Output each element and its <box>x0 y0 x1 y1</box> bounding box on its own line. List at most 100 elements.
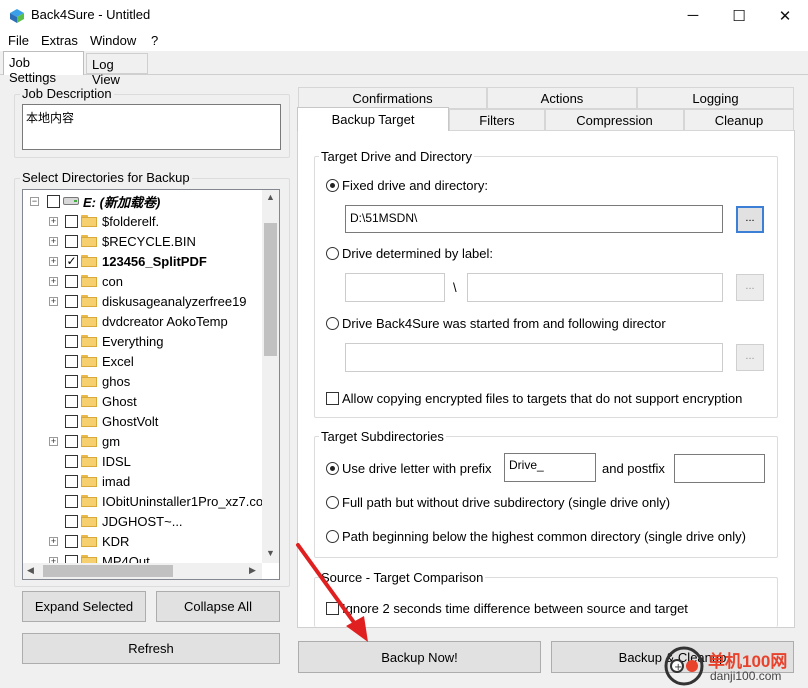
expand-toggle-icon[interactable]: + <box>49 216 58 226</box>
expand-toggle-icon[interactable]: + <box>49 256 58 266</box>
tree-item[interactable]: + $RECYCLE.BIN <box>49 231 196 251</box>
menu-file[interactable]: File <box>8 33 29 48</box>
expand-toggle-icon[interactable]: + <box>49 236 58 246</box>
tree-checkbox[interactable] <box>65 294 78 308</box>
drive-letter-prefix-radio[interactable] <box>326 462 339 475</box>
tree-item[interactable]: imad <box>49 471 130 491</box>
tab-confirmations[interactable]: Confirmations <box>298 87 487 109</box>
folder-icon <box>81 255 97 267</box>
tab-log-view[interactable]: Log View <box>86 53 148 87</box>
menu-help[interactable]: ? <box>151 33 158 48</box>
tree-item[interactable]: + con <box>49 271 123 291</box>
minimize-icon[interactable]: ─ <box>670 0 716 31</box>
tab-actions[interactable]: Actions <box>487 87 637 109</box>
tab-backup-target[interactable]: Backup Target <box>297 107 449 131</box>
fixed-drive-input[interactable]: D:\51MSDN\ <box>345 205 723 233</box>
started-drive-radio[interactable] <box>326 317 339 330</box>
tree-item-label: dvdcreator AokoTemp <box>102 313 228 329</box>
expander-placeholder <box>49 497 58 506</box>
tree-checkbox[interactable] <box>65 274 78 288</box>
tab-cleanup[interactable]: Cleanup <box>684 109 794 131</box>
full-path-radio[interactable] <box>326 496 339 509</box>
browse-label-button[interactable]: ... <box>736 274 764 301</box>
tree-item[interactable]: + ✓ 123456_SplitPDF <box>49 251 207 271</box>
postfix-input[interactable] <box>674 454 765 483</box>
tree-checkbox[interactable] <box>65 234 78 248</box>
tree-item[interactable]: Excel <box>49 351 134 371</box>
close-icon[interactable]: ✕ <box>762 0 808 31</box>
expand-toggle-icon[interactable]: + <box>49 536 58 546</box>
tree-vertical-scrollbar[interactable]: ▲ ▼ <box>262 190 279 563</box>
annotation-arrow-icon <box>296 543 368 642</box>
expand-toggle-icon[interactable]: + <box>49 296 58 306</box>
browse-fixed-button[interactable]: ... <box>736 206 764 233</box>
maximize-icon[interactable]: ☐ <box>716 0 762 31</box>
folder-icon <box>81 535 97 547</box>
menu-window[interactable]: Window <box>90 33 136 48</box>
scroll-left-icon[interactable]: ◀ <box>27 565 34 576</box>
tree-item[interactable]: Ghost <box>49 391 137 411</box>
tree-checkbox[interactable] <box>65 334 78 348</box>
tree-checkbox[interactable] <box>65 434 78 448</box>
tree-item[interactable]: IObitUninstaller1Pro_xz7.con <box>49 491 270 511</box>
job-description-input[interactable]: 本地内容 <box>22 104 281 150</box>
tree-item[interactable]: JDGHOST~... <box>49 511 183 531</box>
tree-item[interactable]: Everything <box>49 331 163 351</box>
tree-checkbox[interactable] <box>47 194 60 208</box>
directory-tree[interactable]: − E: (新加载卷) + $folderelf. + $RECYCLE.BIN + ✓ 1… <box>22 189 280 580</box>
expand-selected-button[interactable]: Expand Selected <box>22 591 146 622</box>
drive-label-path-input[interactable] <box>467 273 723 302</box>
tree-checkbox[interactable] <box>65 314 78 328</box>
drive-label-input[interactable] <box>345 273 445 302</box>
scroll-right-icon[interactable]: ▶ <box>249 565 256 576</box>
tree-checkbox[interactable] <box>65 494 78 508</box>
tree-item[interactable]: IDSL <box>49 451 131 471</box>
tree-checkbox[interactable] <box>65 394 78 408</box>
tree-horizontal-scrollbar[interactable]: ◀ ▶ <box>23 563 262 579</box>
tree-item[interactable]: + KDR <box>49 531 129 551</box>
tree-item[interactable]: ghos <box>49 371 130 391</box>
started-drive-path-input[interactable] <box>345 343 723 372</box>
tree-checkbox[interactable] <box>65 474 78 488</box>
tree-drive-label: E: (新加载卷) <box>83 194 161 210</box>
tree-item-label: JDGHOST~... <box>102 513 183 529</box>
folder-icon <box>81 275 97 287</box>
tab-job-settings[interactable]: Job Settings <box>3 51 84 85</box>
refresh-button[interactable]: Refresh <box>22 633 280 664</box>
tree-item-label: Everything <box>102 333 164 349</box>
collapse-toggle-icon[interactable]: − <box>30 196 39 206</box>
tree-checkbox[interactable] <box>65 454 78 468</box>
menu-extras[interactable]: Extras <box>41 33 78 48</box>
tree-checkbox[interactable] <box>65 414 78 428</box>
scroll-down-icon[interactable]: ▼ <box>266 548 275 558</box>
expand-toggle-icon[interactable]: + <box>49 436 58 446</box>
tree-checkbox[interactable] <box>65 374 78 388</box>
drive-label-radio[interactable] <box>326 247 339 260</box>
tree-item[interactable]: GhostVolt <box>49 411 158 431</box>
prefix-input[interactable]: Drive_ <box>504 453 596 482</box>
allow-encrypted-checkbox[interactable] <box>326 392 339 405</box>
tab-logging[interactable]: Logging <box>637 87 794 109</box>
browse-started-button[interactable]: ... <box>736 344 764 371</box>
tree-scroll-thumb[interactable] <box>264 223 277 356</box>
tree-item[interactable]: + gm <box>49 431 120 451</box>
fixed-drive-radio[interactable] <box>326 179 339 192</box>
collapse-all-button[interactable]: Collapse All <box>156 591 280 622</box>
tab-compression[interactable]: Compression <box>545 109 684 131</box>
folder-icon <box>81 335 97 347</box>
tree-hscroll-thumb[interactable] <box>43 565 173 577</box>
expander-placeholder <box>49 457 58 466</box>
tree-checkbox[interactable] <box>65 534 78 548</box>
tree-drive-row[interactable]: − E: (新加载卷) <box>30 191 160 211</box>
tree-item[interactable]: dvdcreator AokoTemp <box>49 311 228 331</box>
scroll-up-icon[interactable]: ▲ <box>266 192 275 202</box>
tree-item[interactable]: + $folderelf. <box>49 211 159 231</box>
tree-item-label: IObitUninstaller1Pro_xz7.con <box>102 493 271 509</box>
tree-checkbox[interactable] <box>65 214 78 228</box>
expand-toggle-icon[interactable]: + <box>49 276 58 286</box>
tree-checkbox-checked[interactable]: ✓ <box>65 254 78 268</box>
tree-item[interactable]: + diskusageanalyzerfree19 <box>49 291 247 311</box>
tab-filters[interactable]: Filters <box>449 109 545 131</box>
tree-checkbox[interactable] <box>65 354 78 368</box>
tree-checkbox[interactable] <box>65 514 78 528</box>
